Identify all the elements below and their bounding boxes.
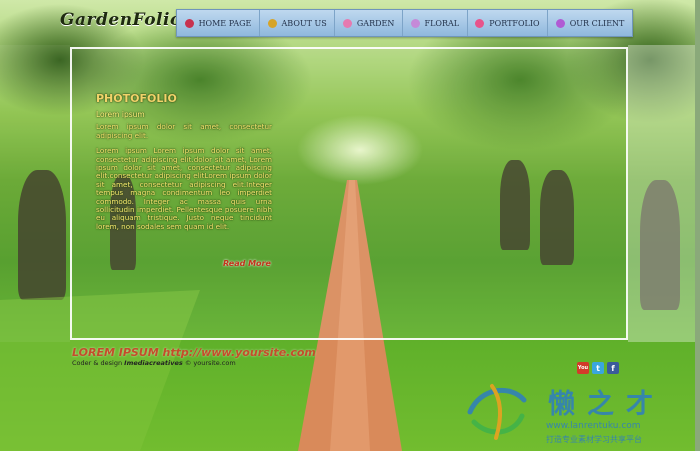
nav-label: ABOUT US xyxy=(281,18,327,28)
page: GardenFolio HOME PAGE ABOUT US GARDEN FL… xyxy=(0,0,700,451)
credit-prefix: Coder & design xyxy=(72,359,123,367)
nav-garden[interactable]: GARDEN xyxy=(335,10,403,36)
content-panel: PHOTOFOLIO Lorem ipsum Lorem ipsum dolor… xyxy=(96,92,272,238)
nav-portfolio[interactable]: PORTFOLIO xyxy=(468,10,549,36)
nav-label: HOME PAGE xyxy=(198,18,252,28)
nav-label: FLORAL xyxy=(424,18,460,28)
watermark: 懒之才 www.lanrentuku.com 打造专业素材学习共享平台 xyxy=(458,378,698,448)
main-nav: HOME PAGE ABOUT US GARDEN FLORAL PORTFOL… xyxy=(176,9,633,37)
logo-text: GardenFolio xyxy=(60,10,182,30)
red-flower-icon xyxy=(184,18,194,28)
nav-about-us[interactable]: ABOUT US xyxy=(260,10,336,36)
footer-credit: Coder & design Imediacreatives © yoursit… xyxy=(72,359,236,367)
page-title: PHOTOFOLIO xyxy=(96,92,177,105)
lilac-flower-icon xyxy=(410,18,420,28)
nav-label: PORTFOLIO xyxy=(489,18,540,28)
read-more-link[interactable]: Read More xyxy=(223,259,271,268)
intro-paragraph: Lorem ipsum dolor sit amet, consectetur … xyxy=(96,122,272,140)
frame-side-right xyxy=(628,45,700,342)
nav-label: GARDEN xyxy=(356,18,395,28)
youtube-icon[interactable]: You xyxy=(577,362,589,374)
nav-our-client[interactable]: OUR CLIENT xyxy=(548,10,632,36)
nav-home-page[interactable]: HOME PAGE xyxy=(177,10,260,36)
site-logo[interactable]: GardenFolio xyxy=(60,10,182,30)
facebook-icon[interactable]: f xyxy=(607,362,619,374)
social-links: You t f xyxy=(577,362,619,374)
swirl-logo-icon xyxy=(467,384,527,440)
watermark-tagline: 打造专业素材学习共享平台 xyxy=(546,435,642,444)
nav-label: OUR CLIENT xyxy=(569,18,625,28)
yellow-flower-icon xyxy=(267,18,277,28)
watermark-chinese: 懒之才 xyxy=(548,389,665,420)
credit-suffix: © yoursite.com xyxy=(184,359,236,367)
footer-title[interactable]: LOREM IPSUM http://www.yoursite.com xyxy=(72,346,316,359)
watermark-url: www.lanrentuku.com xyxy=(546,421,641,431)
credit-brand[interactable]: Imediacreatives xyxy=(124,359,183,367)
twitter-icon[interactable]: t xyxy=(592,362,604,374)
right-border xyxy=(695,0,700,451)
body-paragraph: Lorem ipsum Lorem ipsum dolor sit amet, … xyxy=(96,146,272,231)
frame-side-left xyxy=(0,45,70,342)
violet-flower-icon xyxy=(555,18,565,28)
content-subtitle: Lorem ipsum xyxy=(96,110,145,119)
pink-flower-icon xyxy=(342,18,352,28)
nav-floral[interactable]: FLORAL xyxy=(403,10,468,36)
rose-flower-icon xyxy=(475,18,485,28)
